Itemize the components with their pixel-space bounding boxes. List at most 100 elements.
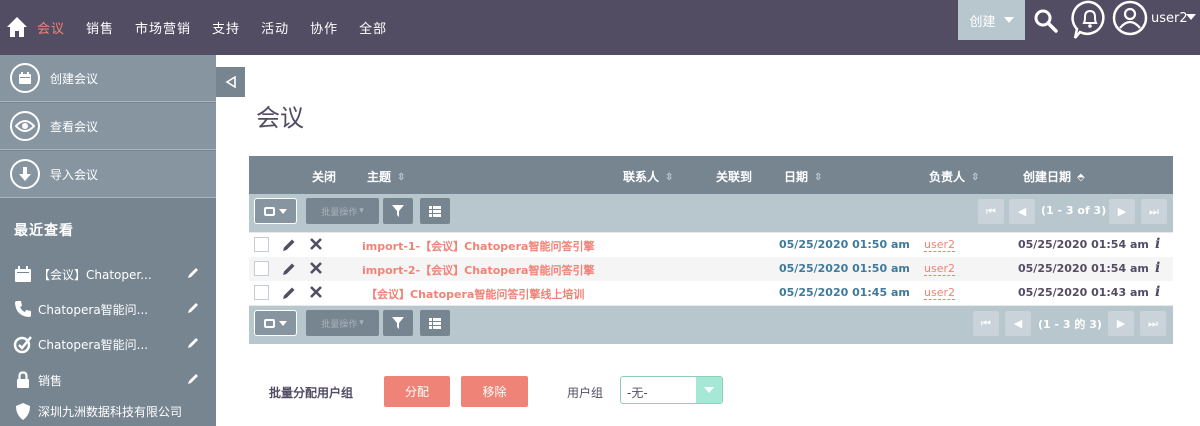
search-icon[interactable] — [1033, 8, 1059, 34]
table-row[interactable]: 【会议】Chatopera智能问答引擎线上培训 05/25/2020 01:45… — [249, 281, 1173, 305]
sort-icon[interactable]: ⇳ — [971, 172, 979, 183]
pencil-icon[interactable] — [282, 238, 296, 252]
list-columns-icon — [429, 317, 441, 329]
nav-item-all[interactable]: 全部 — [359, 18, 387, 37]
pencil-icon[interactable] — [186, 301, 200, 315]
filter-button[interactable] — [383, 310, 413, 336]
pencil-icon[interactable] — [186, 336, 200, 350]
column-chooser-button[interactable] — [420, 198, 450, 224]
row-owner-link[interactable]: user2 — [924, 286, 955, 300]
close-icon[interactable] — [310, 286, 322, 298]
pagination-last-button[interactable]: ⏭ — [1141, 199, 1167, 224]
phone-icon — [15, 301, 31, 317]
recent-item-sales[interactable]: 销售 — [0, 368, 216, 392]
pagination-last-button[interactable]: ⏭ — [1140, 311, 1166, 336]
bulk-action-label: 批量操作 — [321, 319, 358, 330]
chevron-down-icon: ▾ — [359, 206, 364, 216]
list-columns-icon — [429, 205, 441, 217]
sidebar: 创建会议 查看会议 导入会议 最近查看 【会议】Chatoper... Chat… — [0, 55, 216, 426]
row-owner-link[interactable]: user2 — [924, 262, 955, 276]
list-toolbar-bottom: 批量操作 ▾ ⏮ ◀ (1 - 3 的 3) ▶ ⏭ — [249, 306, 1173, 344]
user-group-select[interactable]: -无- — [620, 376, 723, 404]
info-icon[interactable]: i — [1155, 260, 1160, 276]
column-header-contact[interactable]: 联系人 ⇳ — [623, 168, 673, 185]
pagination-first-button[interactable]: ⏮ — [978, 199, 1004, 224]
row-subject-link[interactable]: import-2-【会议】Chatopera智能问答引擎 — [362, 262, 594, 278]
calendar-icon — [15, 266, 31, 282]
sort-icon[interactable]: ⇳ — [814, 172, 822, 183]
remove-button-label: 移除 — [482, 385, 507, 399]
recent-item-task[interactable]: Chatopera智能问... — [0, 332, 216, 356]
home-icon[interactable] — [6, 16, 28, 38]
info-icon[interactable]: i — [1155, 284, 1160, 300]
table-row[interactable]: import-1-【会议】Chatopera智能问答引擎 05/25/2020 … — [249, 233, 1173, 257]
chevron-down-icon: ▾ — [359, 318, 364, 328]
column-header-label: 创建日期 — [1023, 170, 1072, 184]
select-all-dropdown[interactable] — [254, 310, 297, 336]
dropdown-arrow[interactable] — [696, 377, 722, 403]
nav-item-collaboration[interactable]: 协作 — [310, 18, 338, 37]
pagination-next-button[interactable]: ▶ — [1109, 199, 1135, 224]
column-header-date[interactable]: 日期 ⇳ — [784, 168, 822, 185]
sidebar-collapse-button[interactable] — [216, 67, 245, 97]
sort-icon[interactable]: ⇳ — [397, 172, 405, 183]
row-date: 05/25/2020 01:45 am — [779, 286, 910, 299]
select-all-dropdown[interactable] — [254, 198, 297, 224]
pencil-icon[interactable] — [282, 286, 296, 300]
pagination-summary: (1 - 3 的 3) — [1038, 318, 1102, 331]
sort-desc-icon[interactable]: ⬘ — [1077, 172, 1085, 183]
column-header-created[interactable]: 创建日期 ⬘ — [1023, 168, 1085, 185]
sort-icon[interactable]: ⇳ — [665, 172, 673, 183]
recent-item-meeting[interactable]: 【会议】Chatoper... — [0, 262, 216, 286]
meetings-list-view: 关闭 主题 ⇳ 联系人 ⇳ 关联到 日期 ⇳ 负责人 ⇳ 创建日期 ⬘ 批量操作 ▾ ⏮ ◀… — [249, 156, 1173, 344]
pagination-summary: (1 - 3 of 3) — [1041, 204, 1107, 217]
nav-item-sales[interactable]: 销售 — [86, 18, 114, 37]
close-icon[interactable] — [310, 262, 322, 274]
info-icon[interactable]: i — [1155, 236, 1160, 252]
filter-button[interactable] — [383, 198, 413, 224]
row-owner-link[interactable]: user2 — [924, 238, 955, 252]
bulk-action-button[interactable]: 批量操作 ▾ — [306, 310, 379, 336]
column-header-owner[interactable]: 负责人 ⇳ — [929, 168, 979, 185]
checkbox-icon — [264, 318, 275, 328]
pagination-prev-button[interactable]: ◀ — [1005, 311, 1031, 336]
column-chooser-button[interactable] — [420, 310, 450, 336]
nav-item-activities[interactable]: 活动 — [261, 18, 289, 37]
sidebar-action-import-meetings[interactable]: 导入会议 — [0, 151, 216, 198]
recent-item-call[interactable]: Chatopera智能问... — [0, 297, 216, 321]
pencil-icon[interactable] — [186, 266, 200, 280]
close-icon[interactable] — [310, 238, 322, 250]
user-avatar-icon[interactable] — [1112, 0, 1148, 36]
nav-item-meetings[interactable]: 会议 — [37, 18, 65, 37]
user-name[interactable]: user2 — [1151, 11, 1188, 26]
assign-button[interactable]: 分配 — [384, 376, 450, 407]
row-created-date: 05/25/2020 01:43 am — [1018, 286, 1149, 299]
user-group-label: 用户组 — [567, 386, 604, 400]
sidebar-action-view-meetings[interactable]: 查看会议 — [0, 103, 216, 150]
pagination-prev-button[interactable]: ◀ — [1009, 199, 1035, 224]
pagination-first-button[interactable]: ⏮ — [973, 311, 999, 336]
nav-item-marketing[interactable]: 市场营销 — [135, 18, 191, 37]
create-button-label: 创建 — [969, 14, 996, 30]
bulk-action-button[interactable]: 批量操作 ▾ — [306, 198, 379, 224]
column-header-label: 联系人 — [623, 170, 660, 184]
pencil-icon[interactable] — [282, 262, 296, 276]
pencil-icon[interactable] — [186, 372, 200, 386]
table-row[interactable]: import-2-【会议】Chatopera智能问答引擎 05/25/2020 … — [249, 257, 1173, 281]
create-button[interactable]: 创建 — [958, 0, 1025, 40]
notification-bell-icon[interactable] — [1071, 0, 1109, 40]
recent-item-label: 深圳九洲数据科技有限公司 — [38, 405, 183, 419]
row-subject-link[interactable]: import-1-【会议】Chatopera智能问答引擎 — [362, 238, 594, 254]
row-subject-link[interactable]: 【会议】Chatopera智能问答引擎线上培训 — [366, 286, 584, 302]
row-checkbox[interactable] — [254, 237, 269, 252]
nav-item-support[interactable]: 支持 — [212, 18, 240, 37]
column-header-subject[interactable]: 主题 ⇳ — [367, 168, 405, 185]
pagination-next-button[interactable]: ▶ — [1108, 311, 1134, 336]
remove-button[interactable]: 移除 — [461, 376, 528, 407]
sidebar-action-create-meeting[interactable]: 创建会议 — [0, 55, 216, 102]
chevron-down-icon[interactable] — [1186, 14, 1196, 20]
row-checkbox[interactable] — [254, 285, 269, 300]
recent-item-account[interactable]: 深圳九洲数据科技有限公司 — [0, 399, 216, 423]
eye-icon — [10, 111, 40, 141]
row-checkbox[interactable] — [254, 261, 269, 276]
